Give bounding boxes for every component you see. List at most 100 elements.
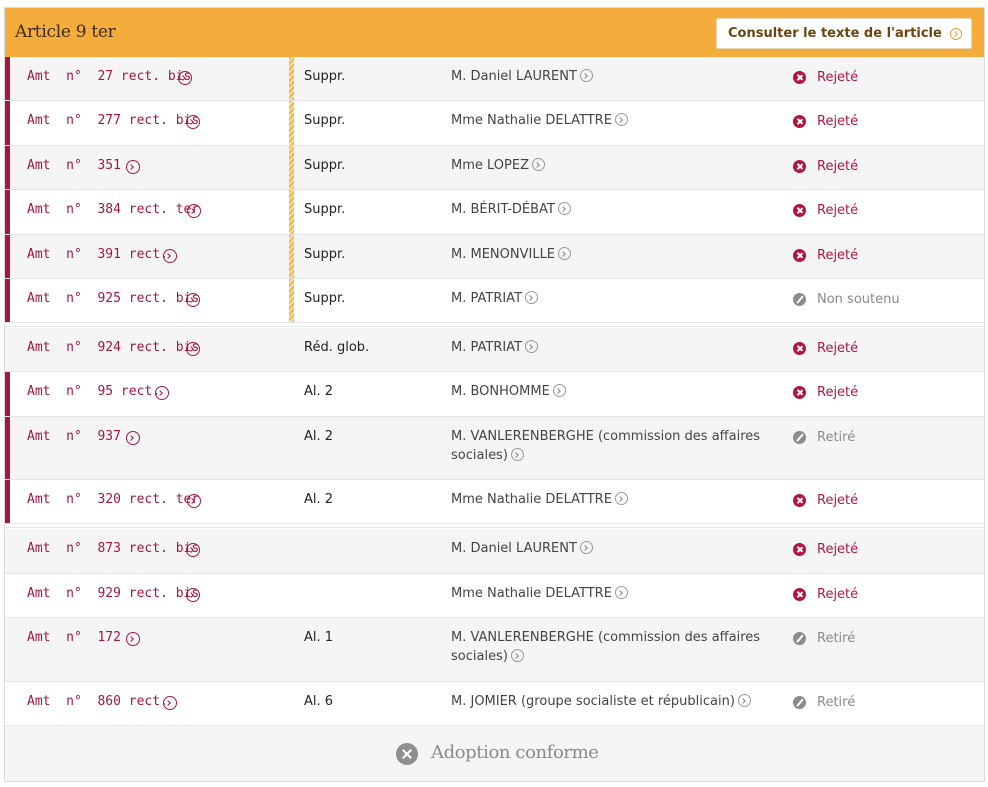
amendment-link[interactable]: Amt n° 384 rect. ter	[27, 202, 199, 217]
status-label: Rejeté	[817, 385, 859, 400]
amendment-link[interactable]: Amt n° 320 rect. ter	[27, 492, 199, 507]
chevron-circle-icon[interactable]	[552, 384, 566, 397]
chevron-circle-icon[interactable]	[126, 632, 140, 646]
identical-marker	[289, 235, 294, 278]
amendment-author[interactable]: M. JOMIER (groupe socialiste et républic…	[451, 692, 781, 711]
article-panel: Article 9 ter Consulter le texte de l'ar…	[4, 7, 985, 782]
amendment-author[interactable]: M. MENONVILLE	[451, 245, 781, 264]
amendment-link[interactable]: Amt n° 27 rect. bis	[27, 69, 191, 84]
status-label: Non soutenu	[817, 292, 900, 307]
article-header: Article 9 ter Consulter le texte de l'ar…	[5, 8, 984, 57]
group-marker	[5, 190, 10, 234]
amendment-place: Suppr.	[304, 291, 346, 306]
amendment-place: Réd. glob.	[304, 340, 370, 355]
amendment-row: Amt n° 937 Al. 2 M. VANLERENBERGHE (commis…	[5, 417, 984, 480]
amendment-author[interactable]: Mme Nathalie DELATTRE	[451, 111, 781, 130]
amendment-author[interactable]: M. BÉRIT-DÉBAT	[451, 200, 781, 219]
group-marker	[5, 57, 10, 100]
result-label: Adoption conforme	[431, 742, 599, 763]
chevron-circle-icon[interactable]	[557, 202, 571, 215]
withdrawn-icon	[793, 431, 806, 444]
amendment-place: Al. 2	[304, 429, 334, 444]
rejected-icon	[793, 342, 806, 355]
amendment-link[interactable]: Amt n° 391 rect.	[27, 247, 168, 262]
amendment-row: Amt n° 27 rect. bis Suppr. M. Daniel LAURE…	[5, 57, 984, 101]
amendment-author[interactable]: M. Daniel LAURENT	[451, 539, 781, 558]
chevron-circle-icon[interactable]	[186, 342, 200, 356]
amendment-author[interactable]: Mme Nathalie DELATTRE	[451, 490, 781, 509]
chevron-circle-icon[interactable]	[126, 431, 140, 445]
chevron-circle-icon[interactable]	[579, 541, 593, 554]
chevron-circle-icon[interactable]	[186, 588, 200, 602]
amendment-author[interactable]: Mme Nathalie DELATTRE	[451, 584, 781, 603]
rejected-icon	[793, 249, 806, 262]
amendment-link[interactable]: Amt n° 937	[27, 429, 121, 444]
chevron-circle-icon[interactable]	[163, 249, 177, 263]
amendment-link[interactable]: Amt n° 172	[27, 630, 121, 645]
amendment-place: Suppr.	[304, 247, 346, 262]
chevron-circle-icon[interactable]	[186, 293, 200, 307]
status-label: Rejeté	[817, 341, 859, 356]
amendment-row: Amt n° 929 rect. bis Mme Nathalie DELATTR…	[5, 574, 984, 618]
status-label: Retiré	[817, 695, 856, 710]
rejected-icon	[793, 115, 806, 128]
group-marker	[5, 480, 10, 523]
amendment-row: Amt n° 873 rect. bis M. Daniel LAURENT Rej…	[5, 529, 984, 574]
consult-article-button[interactable]: Consulter le texte de l'article	[716, 18, 972, 49]
chevron-circle-icon[interactable]	[510, 649, 524, 662]
chevron-circle-icon[interactable]	[126, 160, 140, 174]
identical-marker	[289, 57, 294, 100]
amendment-link[interactable]: Amt n° 873 rect. bis	[27, 541, 199, 556]
chevron-circle-icon[interactable]	[187, 494, 201, 508]
amendment-author[interactable]: Mme LOPEZ	[451, 156, 781, 175]
chevron-circle-icon[interactable]	[178, 71, 192, 85]
chevron-circle-icon[interactable]	[614, 113, 628, 126]
amendment-place: Al. 2	[304, 384, 334, 399]
rejected-icon	[793, 494, 806, 507]
chevron-circle-icon[interactable]	[186, 543, 200, 557]
amendment-author[interactable]: M. PATRIAT	[451, 338, 781, 357]
chevron-circle-icon[interactable]	[737, 694, 751, 707]
author-name: M. Daniel LAURENT	[451, 69, 577, 84]
chevron-circle-icon[interactable]	[510, 448, 524, 461]
withdrawn-icon	[793, 293, 806, 306]
chevron-circle-icon[interactable]	[155, 386, 169, 400]
chevron-circle-icon[interactable]	[163, 696, 177, 710]
chevron-circle-icon[interactable]	[525, 340, 539, 353]
amendment-author[interactable]: M. BONHOMME	[451, 382, 781, 401]
chevron-circle-icon[interactable]	[614, 492, 628, 505]
amendment-author[interactable]: M. PATRIAT	[451, 289, 781, 308]
author-name: M. VANLERENBERGHE (commission des affair…	[451, 429, 761, 463]
chevron-circle-icon[interactable]	[187, 204, 201, 218]
amendment-link[interactable]: Amt n° 860 rect.	[27, 694, 168, 709]
status-label: Retiré	[817, 430, 856, 445]
chevron-circle-icon[interactable]	[186, 115, 200, 129]
amendment-link[interactable]: Amt n° 924 rect. bis	[27, 340, 199, 355]
amendment-place: Al. 1	[304, 630, 334, 645]
amendment-author[interactable]: M. VANLERENBERGHE (commission des affair…	[451, 427, 781, 465]
consult-article-label: Consulter le texte de l'article	[728, 26, 942, 41]
status-label: Retiré	[817, 631, 856, 646]
amendment-link[interactable]: Amt n° 95 rect.	[27, 384, 160, 399]
author-name: Mme LOPEZ	[451, 158, 529, 173]
amendment-place: Suppr.	[304, 113, 346, 128]
rejected-icon	[793, 204, 806, 217]
author-name: M. Daniel LAURENT	[451, 541, 577, 556]
amendment-link[interactable]: Amt n° 925 rect. bis	[27, 291, 199, 306]
withdrawn-icon	[793, 632, 806, 645]
chevron-circle-icon[interactable]	[525, 291, 539, 304]
amendment-link[interactable]: Amt n° 277 rect. bis	[27, 113, 199, 128]
amendment-author[interactable]: M. VANLERENBERGHE (commission des affair…	[451, 628, 781, 666]
amendment-row: Amt n° 351 Suppr. Mme LOPEZ Rejeté	[5, 146, 984, 190]
chevron-circle-icon[interactable]	[558, 247, 572, 260]
amendment-row: Amt n° 924 rect. bis Réd. glob. M. PATRIAT…	[5, 328, 984, 372]
group-marker	[5, 279, 10, 322]
amendment-link[interactable]: Amt n° 929 rect. bis	[27, 586, 199, 601]
group-separator	[5, 524, 984, 528]
amendment-author[interactable]: M. Daniel LAURENT	[451, 67, 781, 86]
chevron-circle-icon[interactable]	[531, 158, 545, 171]
amendment-link[interactable]: Amt n° 351	[27, 158, 121, 173]
chevron-circle-icon[interactable]	[579, 69, 593, 82]
chevron-circle-icon[interactable]	[614, 586, 628, 599]
author-name: Mme Nathalie DELATTRE	[451, 492, 612, 507]
